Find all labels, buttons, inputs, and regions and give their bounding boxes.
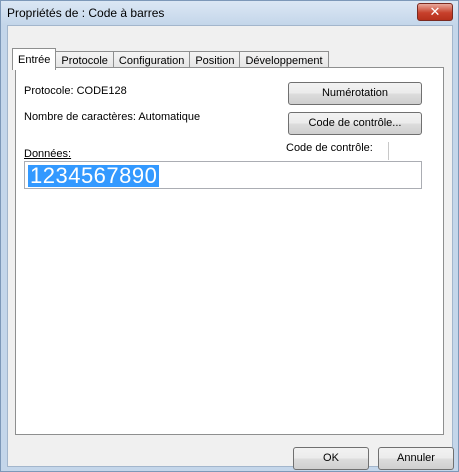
char-count-label: Nombre de caractères: Automatique: [24, 111, 201, 123]
protocol-label: Protocole: CODE128: [24, 85, 127, 97]
tab-entree[interactable]: Entrée: [12, 48, 57, 70]
check-code-button[interactable]: Code de contrôle...: [288, 112, 422, 135]
cancel-button-label: Annuler: [397, 452, 435, 464]
ok-button-label: OK: [323, 452, 339, 464]
check-code-button-label: Code de contrôle...: [308, 117, 402, 129]
close-button[interactable]: ✕: [417, 3, 453, 21]
properties-dialog: Propriétés de : Code à barres ✕ Entrée P…: [0, 0, 459, 472]
data-input-selected-text: 1234567890: [28, 163, 160, 188]
numbering-button[interactable]: Numérotation: [288, 82, 422, 105]
tab-panel-entree: Protocole: CODE128 Nombre de caractères:…: [15, 67, 444, 435]
close-icon: ✕: [429, 4, 441, 19]
check-code-divider: [388, 142, 389, 160]
data-label: Données:: [24, 148, 72, 160]
numbering-button-label: Numérotation: [321, 87, 389, 99]
window-title: Propriétés de : Code à barres: [7, 6, 165, 20]
check-code-label: Code de contrôle:: [286, 142, 373, 154]
ok-button[interactable]: OK: [293, 447, 369, 470]
title-bar: Propriétés de : Code à barres ✕: [1, 1, 458, 25]
data-input[interactable]: 1234567890: [24, 161, 422, 189]
cancel-button[interactable]: Annuler: [378, 447, 454, 470]
